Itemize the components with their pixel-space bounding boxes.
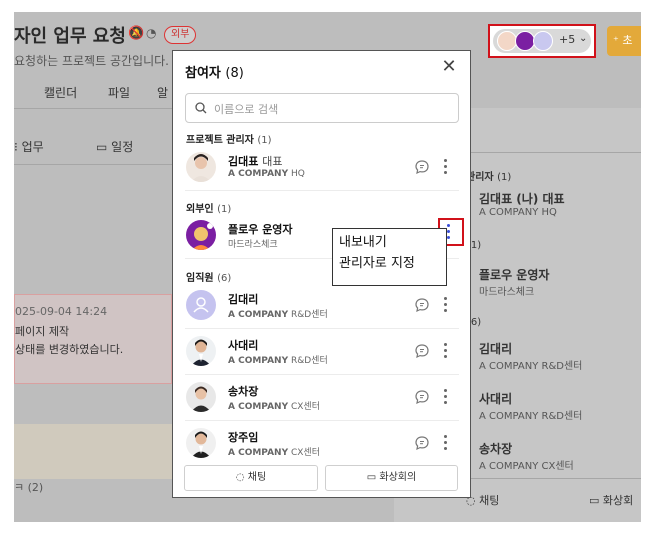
right-member[interactable]: 김대리 A COMPANY R&D센터 xyxy=(479,340,582,372)
section-employee: 임직원 (6) xyxy=(186,273,232,284)
add-user-icon: ⁺ xyxy=(613,34,623,47)
more-options-icon[interactable] xyxy=(439,431,453,455)
avatar xyxy=(186,336,216,366)
modal-footer: ◌ 채팅 ▭ 화상회의 xyxy=(173,459,468,495)
right-member[interactable]: 김대표 (나) 대표 A COMPANY HQ xyxy=(479,190,565,218)
avatar xyxy=(186,220,216,250)
tab-calendar[interactable]: 캘린더 xyxy=(44,84,77,101)
avatar xyxy=(186,152,216,182)
activity-line1: 페이지 제작 xyxy=(15,325,70,338)
activity-time: 025-09-04 14:24 xyxy=(15,305,108,318)
chat-icon[interactable] xyxy=(414,297,430,313)
section-count: ㅋ (2) xyxy=(14,481,44,494)
search-input[interactable] xyxy=(212,100,452,118)
avatar xyxy=(515,31,535,51)
activity-line2: 상태를 변경하였습니다. xyxy=(15,343,124,356)
bell-off-icon[interactable]: 🔕 xyxy=(128,26,144,41)
avatar xyxy=(497,31,517,51)
chat-icon[interactable] xyxy=(414,343,430,359)
external-badge: 외부 xyxy=(164,26,197,44)
chat-button[interactable]: ◌ 채팅 xyxy=(184,465,318,491)
menu-item-set-admin[interactable]: 관리자로 지정 xyxy=(339,253,440,274)
page-title: 자인 업무 요청 xyxy=(14,26,126,47)
right-chat-button[interactable]: ◌ 채팅 xyxy=(466,492,499,508)
chat-icon[interactable] xyxy=(414,389,430,405)
participants-avatar-group[interactable]: +5 ⌄ xyxy=(488,24,596,58)
more-options-icon[interactable] xyxy=(439,339,453,363)
avatar xyxy=(186,428,216,458)
chat-icon: ◌ xyxy=(235,472,248,483)
member-row[interactable]: 사대리 A COMPANY R&D센터 xyxy=(185,329,459,373)
divider xyxy=(185,190,459,191)
member-row[interactable]: 김대리 A COMPANY R&D센터 xyxy=(185,283,459,327)
tab-notifications[interactable]: 알 xyxy=(157,84,168,101)
more-options-icon[interactable] xyxy=(439,155,453,179)
right-section-manager: 관리자 (1) xyxy=(466,172,512,183)
chat-icon[interactable] xyxy=(414,435,430,451)
participants-more-count: +5 xyxy=(559,33,576,46)
more-options-icon[interactable] xyxy=(439,293,453,317)
divider xyxy=(14,164,174,165)
right-video-button[interactable]: ▭ 화상회 xyxy=(589,492,633,508)
video-call-button[interactable]: ▭ 화상회의 xyxy=(325,465,458,491)
search-field[interactable] xyxy=(185,93,459,123)
page-subtitle: 요청하는 프로젝트 공간입니다. xyxy=(14,54,169,68)
calendar-icon: ▭ xyxy=(96,140,112,154)
right-member[interactable]: 사대리 A COMPANY R&D센터 xyxy=(479,390,582,422)
chevron-down-icon: ⌄ xyxy=(579,33,588,44)
search-icon xyxy=(195,102,207,114)
member-options-menu: 내보내기 관리자로 지정 xyxy=(332,228,447,286)
right-member[interactable]: 플로우 운영자 마드라스체크 xyxy=(479,266,549,298)
chat-icon[interactable] xyxy=(414,159,430,175)
video-icon: ▭ xyxy=(589,494,603,507)
menu-item-export[interactable]: 내보내기 xyxy=(339,232,440,253)
list-icon: ⁝ xyxy=(14,140,22,154)
activity-card: 025-09-04 14:24 페이지 제작 상태를 변경하였습니다. xyxy=(14,294,172,384)
avatar xyxy=(186,290,216,320)
member-row[interactable]: 송차장 A COMPANY CX센터 xyxy=(185,375,459,419)
video-icon: ▭ xyxy=(366,472,380,483)
right-member[interactable]: 송차장 A COMPANY CX센터 xyxy=(479,440,574,472)
globe-icon: ◔ xyxy=(146,26,157,40)
invite-button[interactable]: ⁺ 초 xyxy=(607,26,641,56)
avatar xyxy=(533,31,553,51)
more-options-icon[interactable] xyxy=(439,385,453,409)
member-row[interactable]: 김대표 대표 A COMPANY HQ xyxy=(185,145,459,189)
close-icon[interactable]: ✕ xyxy=(439,57,459,77)
content-block xyxy=(14,424,172,479)
avatar xyxy=(186,382,216,412)
toolbar-schedule[interactable]: ▭ 일정 xyxy=(96,138,133,155)
modal-title: 참여자 (8) xyxy=(185,66,244,81)
toolbar-task[interactable]: ⁝ 업무 xyxy=(14,138,44,155)
section-manager: 프로젝트 관리자 (1) xyxy=(186,135,272,146)
tab-files[interactable]: 파일 xyxy=(108,84,130,101)
